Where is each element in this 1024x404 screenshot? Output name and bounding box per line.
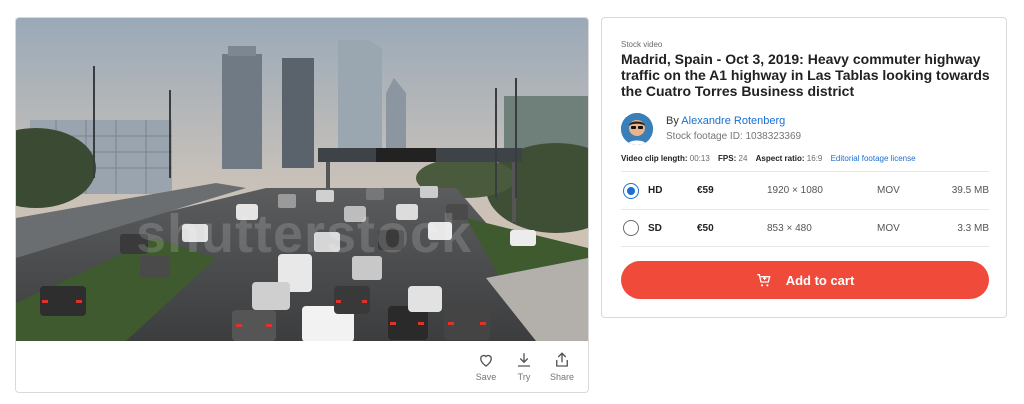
clip-metadata: Video clip length: 00:13 FPS: 24 Aspect … xyxy=(621,154,916,163)
license-link[interactable]: Editorial footage license xyxy=(831,154,916,163)
avatar-image xyxy=(621,113,653,145)
share-button[interactable]: Share xyxy=(550,351,574,382)
save-button[interactable]: Save xyxy=(474,351,498,382)
option-format: MOV xyxy=(877,185,900,196)
cart-icon xyxy=(757,274,771,287)
page-title: Madrid, Spain - Oct 3, 2019: Heavy commu… xyxy=(621,51,990,99)
share-label: Share xyxy=(549,372,575,382)
option-price: €59 xyxy=(697,185,714,196)
option-price: €50 xyxy=(697,222,714,234)
option-format: MOV xyxy=(877,222,900,234)
contributor-link[interactable]: Alexandre Rotenberg xyxy=(681,115,785,127)
option-dimensions: 853 × 480 xyxy=(767,222,812,234)
by-label: By xyxy=(666,115,679,127)
option-dimensions: 1920 × 1080 xyxy=(767,185,823,196)
size-option-sd[interactable]: SD €50 853 × 480 MOV 3.3 MB xyxy=(621,209,989,247)
share-icon xyxy=(556,352,568,367)
option-file-size: 3.3 MB xyxy=(957,222,989,234)
video-frame-image xyxy=(16,18,588,341)
aspect-ratio-label: Aspect ratio: xyxy=(755,154,805,163)
media-actions: Save Try Share xyxy=(474,351,574,382)
clip-length-value: 00:13 xyxy=(689,154,710,163)
aspect-ratio-value: 16:9 xyxy=(806,154,823,163)
watermark-text: shutterstock xyxy=(136,204,473,264)
try-button[interactable]: Try xyxy=(512,351,536,382)
contributor-text: By Alexandre Rotenberg Stock footage ID:… xyxy=(666,113,801,145)
fps-value: 24 xyxy=(738,154,748,163)
option-file-size: 39.5 MB xyxy=(951,185,989,196)
video-preview[interactable]: shutterstock xyxy=(16,18,588,341)
size-options: HD €59 1920 × 1080 MOV 39.5 MB SD €50 85… xyxy=(621,171,989,247)
save-label: Save xyxy=(475,372,497,382)
sd-radio[interactable] xyxy=(623,220,639,236)
download-icon xyxy=(518,353,530,367)
option-name: SD xyxy=(648,222,662,234)
contributor-block: By Alexandre Rotenberg Stock footage ID:… xyxy=(621,113,801,145)
hd-radio[interactable] xyxy=(623,182,639,199)
size-option-hd[interactable]: HD €59 1920 × 1080 MOV 39.5 MB xyxy=(621,171,989,209)
option-name: HD xyxy=(648,185,663,196)
try-label: Try xyxy=(517,372,531,382)
info-card: Stock video Madrid, Spain - Oct 3, 2019:… xyxy=(601,17,1007,318)
avatar[interactable] xyxy=(621,113,653,145)
stock-id: Stock footage ID: 1038323369 xyxy=(666,131,802,142)
add-to-cart-label: Add to cart xyxy=(785,272,855,288)
add-to-cart-button[interactable]: Add to cart xyxy=(621,261,989,299)
clip-length-label: Video clip length: xyxy=(621,154,688,163)
fps-label: FPS: xyxy=(718,154,737,163)
heart-icon xyxy=(480,354,492,367)
media-card: shutterstock Save Try Share xyxy=(15,17,589,393)
content-type-label: Stock video xyxy=(621,40,663,49)
